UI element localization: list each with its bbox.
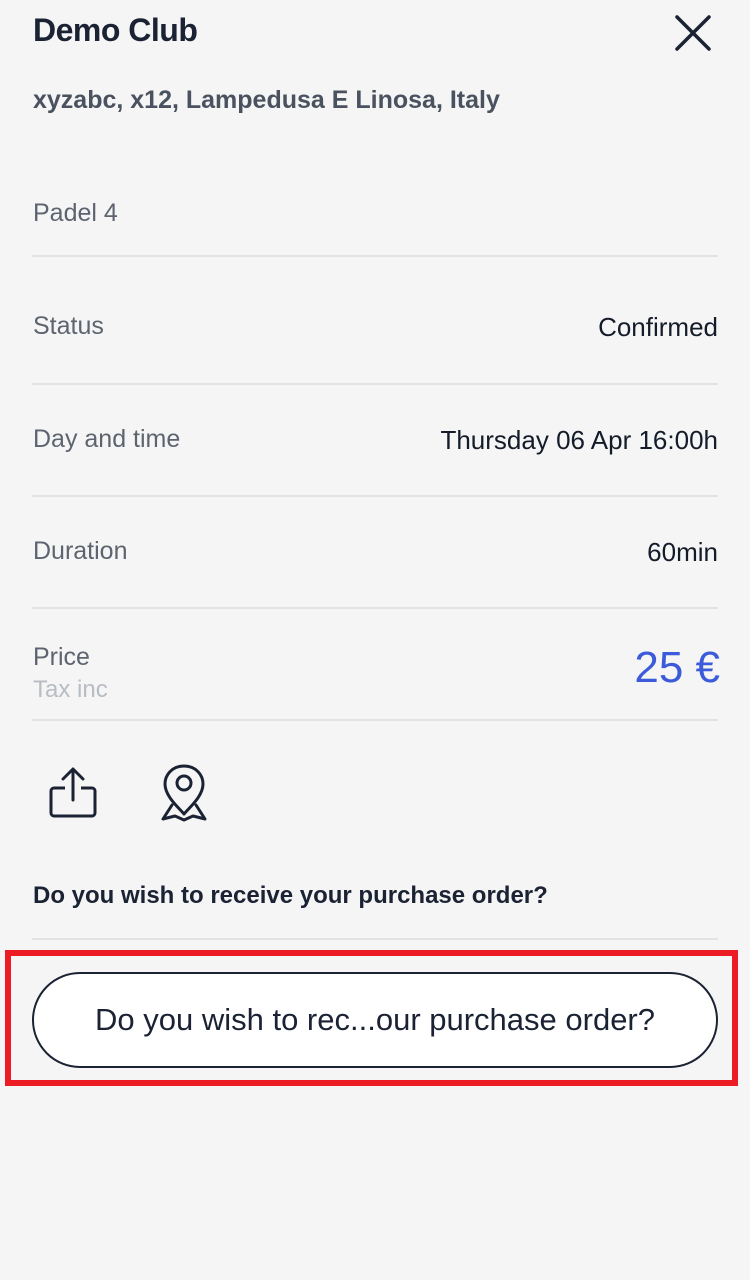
day-time-row: Day and time Thursday 06 Apr 16:00h — [32, 385, 718, 497]
club-name: Demo Club — [33, 12, 198, 48]
club-address: xyzabc, x12, Lampedusa E Linosa, Italy — [33, 86, 500, 114]
status-value: Confirmed — [598, 312, 718, 342]
court-name: Padel 4 — [33, 199, 118, 227]
purchase-order-button[interactable]: Do you wish to rec...our purchase order? — [32, 972, 718, 1068]
share-icon — [49, 767, 97, 818]
purchase-order-question: Do you wish to receive your purchase ord… — [33, 882, 548, 909]
duration-label: Duration — [33, 537, 128, 565]
status-row: Status Confirmed — [32, 257, 718, 385]
court-row: Padel 4 — [32, 190, 718, 257]
price-value: 25 € — [634, 643, 720, 692]
close-icon — [675, 15, 711, 51]
status-label: Status — [33, 312, 104, 340]
duration-value: 60min — [647, 537, 718, 567]
day-time-value: Thursday 06 Apr 16:00h — [440, 425, 718, 455]
share-button[interactable] — [46, 766, 100, 820]
close-button[interactable] — [668, 8, 718, 58]
duration-row: Duration 60min — [32, 497, 718, 609]
price-row: Price Tax inc 25 € — [32, 609, 720, 721]
price-label: Price — [33, 643, 90, 671]
price-tax-note: Tax inc — [33, 676, 108, 703]
divider — [32, 938, 718, 940]
map-pin-icon — [161, 764, 207, 822]
map-button[interactable] — [158, 762, 210, 824]
day-time-label: Day and time — [33, 425, 181, 453]
